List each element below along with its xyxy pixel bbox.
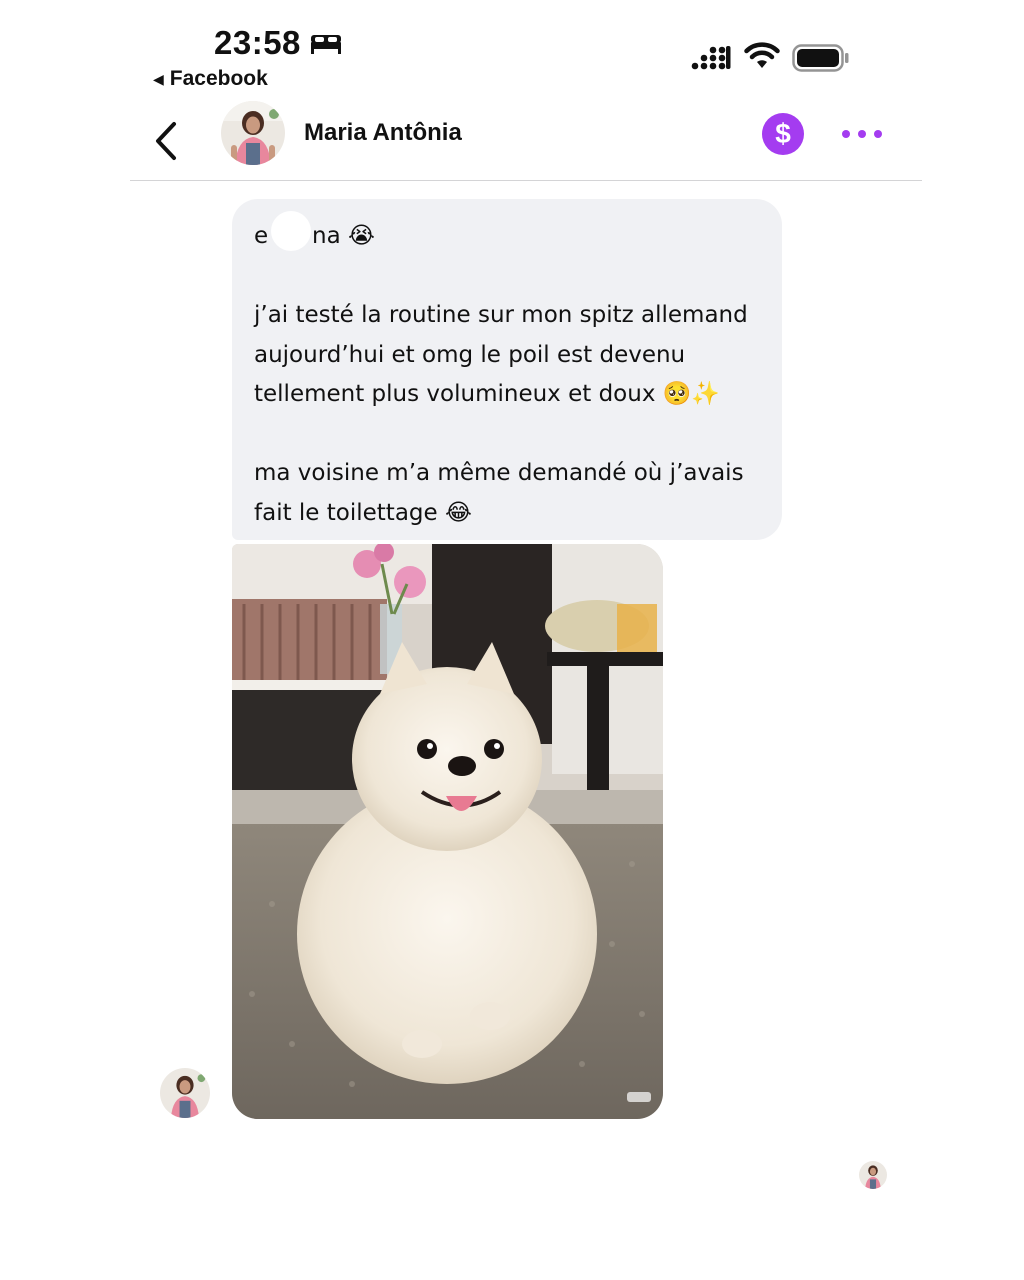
battery-icon [792, 44, 849, 72]
redaction-mark [271, 211, 311, 251]
dog-photo [232, 544, 663, 1119]
signal-icon [691, 46, 731, 70]
sender-avatar[interactable] [160, 1068, 210, 1118]
dot-icon [858, 130, 866, 138]
dot-icon [842, 130, 850, 138]
back-app-label: Facebook [169, 67, 268, 90]
header-divider [130, 180, 922, 181]
message-line: ma voisine m’a même demandé où j’avais [254, 460, 744, 486]
bed-icon [310, 35, 341, 54]
avatar-photo [160, 1068, 210, 1118]
dot-icon [874, 130, 882, 138]
message-line: fait le toilettage 😂 [254, 499, 472, 526]
message-line: j’ai testé la routine sur mon spitz alle… [254, 302, 748, 328]
clock-text: 23:58 [214, 24, 301, 61]
back-triangle-icon: ◀ [153, 70, 164, 87]
avatar-photo [859, 1161, 887, 1189]
message-line: tellement plus volumineux et doux 🥺✨ [254, 381, 721, 407]
avatar-photo [221, 101, 285, 165]
wifi-icon [744, 42, 780, 68]
message-bubble[interactable]: e na 😭 j’ai testé la routine sur mon spi… [232, 199, 782, 540]
payment-button[interactable]: $ [762, 113, 804, 155]
status-time: 23:58 [214, 24, 343, 62]
more-options-button[interactable] [842, 120, 882, 148]
message-line: e na 😭 [254, 223, 375, 249]
read-receipt-avatar [859, 1161, 887, 1189]
back-to-app-link[interactable]: ◀ Facebook [153, 67, 268, 91]
back-button[interactable] [150, 118, 182, 164]
message-line: aujourd’hui et omg le poil est devenu [254, 341, 686, 368]
dollar-icon: $ [775, 118, 791, 149]
photo-attachment[interactable] [232, 544, 663, 1119]
contact-name[interactable]: Maria Antônia [304, 119, 462, 147]
avatar[interactable] [221, 101, 285, 165]
